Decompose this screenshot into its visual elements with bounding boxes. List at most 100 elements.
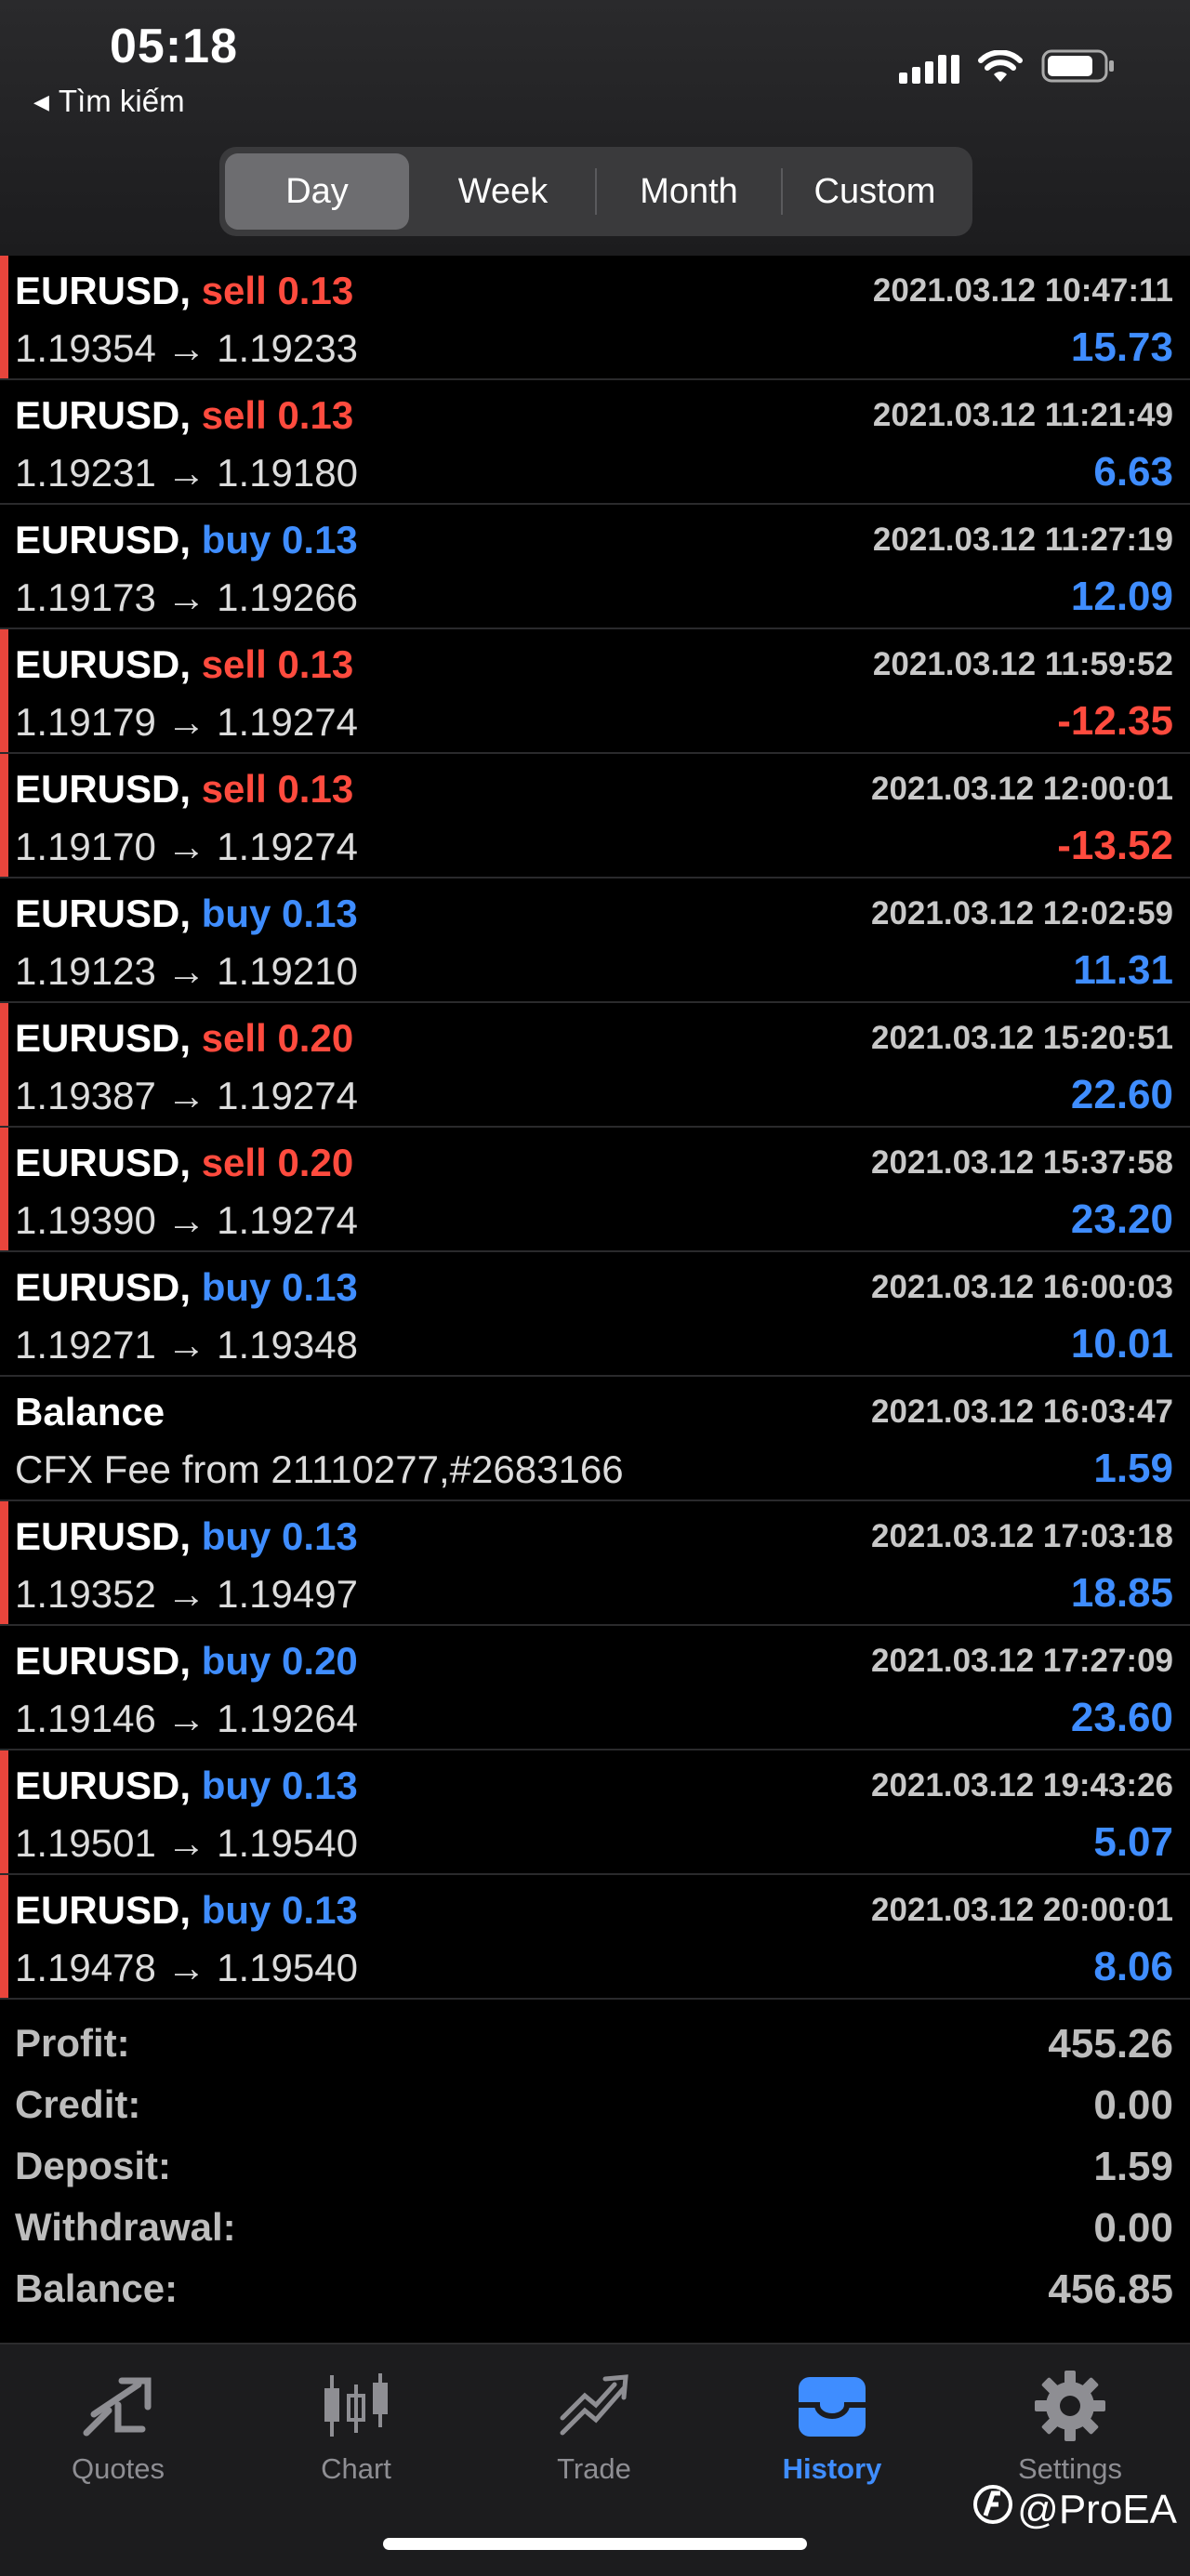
back-triangle-icon: ◀ [33, 90, 49, 113]
status-time: 05:18 [110, 20, 238, 73]
deal-row[interactable]: EURUSD, buy 0.20 1.19146 → 1.19264 2021.03… [0, 1626, 1190, 1750]
deal-row[interactable]: EURUSD, sell 0.20 1.19390 → 1.19274 2021.0… [0, 1128, 1190, 1252]
deal-prices: 1.19173 → 1.19266 [15, 575, 358, 619]
deal-side: buy [201, 1265, 271, 1309]
deal-row[interactable]: EURUSD, buy 0.13 1.19173 → 1.19266 2021.03… [0, 505, 1190, 629]
deal-title: EURUSD, buy 0.13 [15, 1888, 358, 1933]
deal-marker [0, 1750, 8, 1873]
deal-volume: 0.13 [277, 269, 354, 312]
deal-volume: 0.13 [282, 1265, 358, 1309]
deal-title: EURUSD, sell 0.13 [15, 393, 353, 438]
deal-datetime: 2021.03.12 16:00:03 [871, 1269, 1173, 1305]
deal-datetime: 2021.03.12 17:03:18 [871, 1518, 1173, 1554]
deal-title: EURUSD, sell 0.13 [15, 269, 353, 313]
quotes-icon [25, 2367, 211, 2445]
summary-value: 456.85 [1048, 2266, 1173, 2312]
deal-title: EURUSD, buy 0.13 [15, 1764, 358, 1808]
header: 05:18 ◀ Tìm kiếm Day Week Month Custom [0, 0, 1190, 256]
tab-quotes[interactable]: Quotes [25, 2367, 211, 2486]
deal-side: sell [201, 269, 267, 312]
tab-custom[interactable]: Custom [783, 153, 967, 230]
deal-title: Balance [15, 1390, 165, 1434]
deal-row[interactable]: EURUSD, sell 0.13 1.19231 → 1.19180 2021.0… [0, 380, 1190, 505]
deal-prices: 1.19387 → 1.19274 [15, 1074, 358, 1117]
cellular-signal-icon [899, 52, 959, 84]
tab-chart[interactable]: Chart [263, 2367, 449, 2486]
deal-volume: 0.13 [282, 1888, 358, 1932]
deal-profit: 23.60 [1070, 1695, 1173, 1740]
deal-volume: 0.13 [282, 892, 358, 935]
deal-profit: 8.06 [1093, 1944, 1173, 1989]
summary-value: 0.00 [1093, 2082, 1173, 2128]
deal-prices: 1.19354 → 1.19233 [15, 326, 358, 370]
deal-symbol: EURUSD, [15, 1764, 192, 1807]
deal-side: sell [201, 767, 267, 811]
deal-symbol: EURUSD, [15, 518, 192, 561]
tab-trade[interactable]: Trade [501, 2367, 687, 2486]
deal-side: buy [201, 518, 271, 561]
home-indicator[interactable] [383, 2538, 807, 2550]
watermark-text: @ProEA [1017, 2486, 1177, 2532]
deal-row[interactable]: EURUSD, buy 0.13 1.19352 → 1.19497 2021.03… [0, 1501, 1190, 1626]
deal-side: sell [201, 1141, 267, 1184]
deal-symbol: EURUSD, [15, 642, 192, 686]
deal-profit: 1.59 [1093, 1446, 1173, 1491]
wifi-icon [978, 50, 1023, 84]
deal-row[interactable]: EURUSD, buy 0.13 1.19123 → 1.19210 2021.03… [0, 878, 1190, 1003]
deal-row[interactable]: EURUSD, buy 0.13 1.19501 → 1.19540 2021.03… [0, 1750, 1190, 1875]
tab-history[interactable]: History [739, 2367, 925, 2486]
deal-row[interactable]: EURUSD, sell 0.13 1.19179 → 1.19274 2021.0… [0, 629, 1190, 754]
deal-title: EURUSD, buy 0.13 [15, 1514, 358, 1559]
deal-volume: 0.13 [277, 393, 354, 437]
deal-volume: 0.13 [282, 1514, 358, 1558]
deal-prices: 1.19501 → 1.19540 [15, 1821, 358, 1865]
deal-profit: -13.52 [1057, 823, 1173, 868]
watermark: @ProEA [972, 2484, 1177, 2535]
deal-side: buy [201, 1888, 271, 1932]
deal-profit: -12.35 [1057, 698, 1173, 744]
deal-symbol: EURUSD, [15, 269, 192, 312]
deal-marker [0, 256, 8, 378]
deal-symbol: EURUSD, [15, 892, 192, 935]
tab-month[interactable]: Month [597, 153, 781, 230]
deal-symbol: EURUSD, [15, 767, 192, 811]
deal-symbol: EURUSD, [15, 1141, 192, 1184]
deal-row[interactable]: EURUSD, sell 0.20 1.19387 → 1.19274 2021.0… [0, 1003, 1190, 1128]
deal-datetime: 2021.03.12 15:20:51 [871, 1020, 1173, 1056]
deal-symbol: EURUSD, [15, 1016, 192, 1060]
deal-volume: 0.20 [277, 1141, 354, 1184]
back-button[interactable]: ◀ Tìm kiếm [33, 84, 185, 119]
summary-label: Profit: [15, 2021, 130, 2065]
settings-icon [977, 2367, 1163, 2445]
deal-datetime: 2021.03.12 20:00:01 [871, 1892, 1173, 1928]
tab-label: Chart [321, 2452, 391, 2485]
deal-marker [0, 1128, 8, 1250]
deal-symbol: EURUSD, [15, 1888, 192, 1932]
deal-profit: 12.09 [1070, 574, 1173, 619]
deal-datetime: 2021.03.12 16:03:47 [871, 1394, 1173, 1430]
deal-row[interactable]: EURUSD, buy 0.13 1.19478 → 1.19540 2021.03… [0, 1875, 1190, 2000]
deal-marker [0, 1501, 8, 1624]
summary-row: Withdrawal: 0.00 [0, 2205, 1190, 2266]
deal-profit: 5.07 [1093, 1819, 1173, 1865]
deal-side: buy [201, 1514, 271, 1558]
tab-week[interactable]: Week [411, 153, 595, 230]
deal-title: EURUSD, buy 0.20 [15, 1639, 358, 1684]
deals-list: EURUSD, sell 0.13 1.19354 → 1.19233 2021.0… [0, 256, 1190, 2000]
summary-row: Balance: 456.85 [0, 2266, 1190, 2328]
deal-volume: 0.13 [282, 518, 358, 561]
tab-settings[interactable]: Settings [977, 2367, 1163, 2486]
deal-datetime: 2021.03.12 11:27:19 [872, 522, 1173, 558]
deal-title: EURUSD, sell 0.13 [15, 642, 353, 687]
deal-row[interactable]: Balance CFX Fee from 21110277,#2683166 202… [0, 1377, 1190, 1501]
chart-icon [263, 2367, 449, 2445]
deal-row[interactable]: EURUSD, sell 0.13 1.19170 → 1.19274 2021.0… [0, 754, 1190, 878]
deal-side: sell [201, 1016, 267, 1060]
deal-title: EURUSD, sell 0.20 [15, 1141, 353, 1185]
deal-volume: 0.13 [277, 642, 354, 686]
deal-symbol: Balance [15, 1390, 165, 1433]
deal-row[interactable]: EURUSD, buy 0.13 1.19271 → 1.19348 2021.03… [0, 1252, 1190, 1377]
tab-day[interactable]: Day [225, 153, 409, 230]
history-icon [739, 2367, 925, 2445]
deal-row[interactable]: EURUSD, sell 0.13 1.19354 → 1.19233 2021.0… [0, 256, 1190, 380]
